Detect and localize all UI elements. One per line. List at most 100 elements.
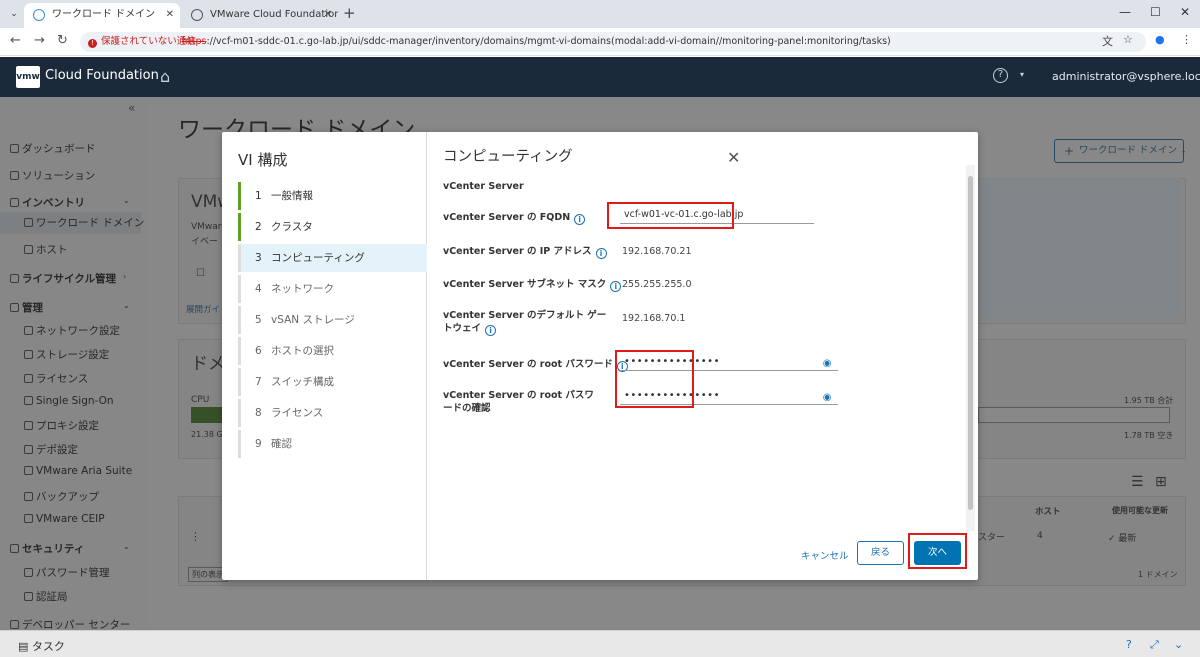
browser-tab-api[interactable]: VMware Cloud Foundation API ✕ [182,3,338,28]
wizard-step[interactable]: 4 ネットワーク [238,275,427,303]
ip-label: vCenter Server の IP アドレス i [443,245,633,259]
show-password-eye-icon[interactable]: ◉ [823,389,832,406]
profile-icon[interactable]: ● [1155,33,1165,46]
help-icon[interactable]: ? [993,68,1008,83]
wizard-step[interactable]: 9 確認 [238,430,427,458]
gateway-label: vCenter Server のデフォルト ゲートウェイ i [443,309,608,336]
wizard-step[interactable]: 6 ホストの選択 [238,337,427,365]
gateway-label-text: vCenter Server のデフォルト ゲートウェイ [443,310,607,334]
info-icon[interactable]: i [574,214,586,225]
help-icon[interactable]: ? [1126,638,1132,651]
security-warning[interactable]: ! 保護されていない通信 [88,32,196,52]
back-icon[interactable]: ← [10,33,21,48]
root-password-confirm-label: vCenter Server の root パスワードの確認 [443,390,594,414]
tasks-icon: ▤ [18,640,32,653]
bookmark-star-icon[interactable]: ☆ [1123,33,1133,46]
root-password-label-text: vCenter Server の root パスワード [443,359,613,370]
step-number: 2 [255,221,262,233]
close-tab-icon[interactable]: ✕ [324,3,332,27]
subnet-mask-label: vCenter Server サブネット マスク i [443,278,633,292]
step-label: 一般情報 [271,190,313,202]
info-icon[interactable]: i [485,325,497,336]
task-panel-bar[interactable]: ▤ タスク ? ⤢ ⌄ [0,630,1200,657]
vi-configuration-wizard: VI 構成 1 一般情報 2 クラスタ 3 コンピューティング 4 ネットワーク 5 vSAN ス… [222,132,978,580]
step-label: スイッチ構成 [271,376,334,388]
step-number: 7 [255,376,262,388]
ip-label-text: vCenter Server の IP アドレス [443,246,592,257]
tasks-toggle[interactable]: ▤ タスク [18,638,65,654]
wizard-step[interactable]: 3 コンピューティング [238,244,427,272]
browser-tab-bar: ⌄ ワークロード ドメイン ✕ VMware Cloud Foundation … [0,0,1200,28]
maximize-icon[interactable]: ☐ [1150,5,1161,19]
collapse-icon[interactable]: ⌄ [1174,638,1183,651]
product-title: Cloud Foundation [45,68,159,83]
highlight-passwords [615,350,694,408]
cloud-icon [33,9,45,21]
step-label: ライセンス [271,407,324,419]
cancel-button[interactable]: キャンセル [801,548,849,562]
step-number: 3 [255,252,262,264]
step-label: ホストの選択 [271,345,334,357]
reload-icon[interactable]: ↻ [57,33,68,48]
wizard-step[interactable]: 2 クラスタ [238,213,427,241]
window-close-icon[interactable]: ✕ [1180,5,1190,19]
new-tab-button[interactable]: + [343,5,356,21]
fqdn-label: vCenter Server の FQDN i [443,211,603,225]
wizard-step[interactable]: 8 ライセンス [238,399,427,427]
wizard-step[interactable]: 1 一般情報 [238,182,427,210]
show-password-eye-icon[interactable]: ◉ [823,355,832,372]
tab-title: ワークロード ドメイン [52,9,156,20]
info-icon[interactable]: i [610,281,622,292]
step-number: 9 [255,438,262,450]
warning-icon: ! [88,39,97,48]
url-scheme: https [182,36,207,47]
vmw-logo: vmw [16,66,40,88]
subnet-mask-value: 255.255.255.0 [622,279,692,290]
step-label: vSAN ストレージ [271,314,355,326]
user-menu[interactable]: administrator@vsphere.local [1052,70,1200,83]
subnet-mask-label-text: vCenter Server サブネット マスク [443,279,607,290]
step-number: 5 [255,314,262,326]
wizard-step[interactable]: 5 vSAN ストレージ [238,306,427,334]
highlight-fqdn [607,202,734,229]
step-label: ネットワーク [271,283,334,295]
tab-title: VMware Cloud Foundation API [210,9,338,20]
step-label: 確認 [271,438,292,450]
url-path: ://vcf-m01-sddc-01.c.go-lab.jp/ui/sddc-m… [206,36,891,47]
vcenter-subheading: vCenter Server [443,181,524,192]
back-button[interactable]: 戻る [857,541,904,565]
wizard-step[interactable]: 7 スイッチ構成 [238,368,427,396]
forward-icon[interactable]: → [34,33,45,48]
browser-toolbar: ← → ↻ ! 保護されていない通信 https://vcf-m01-sddc-0… [0,28,1200,56]
translate-icon[interactable]: 文 [1102,33,1113,49]
scrollbar-thumb[interactable] [968,176,973,510]
info-icon[interactable]: i [595,248,607,259]
browser-tab-workload-domain[interactable]: ワークロード ドメイン ✕ [24,3,180,28]
step-number: 1 [255,190,262,202]
tab-search-icon[interactable]: ⌄ [6,6,22,22]
minimize-icon[interactable]: — [1119,5,1131,19]
ip-value: 192.168.70.21 [622,246,692,257]
step-number: 6 [255,345,262,357]
gateway-value: 192.168.70.1 [622,313,686,324]
next-button[interactable]: 次へ [914,541,961,565]
close-tab-icon[interactable]: ✕ [166,3,174,27]
chevron-down-icon[interactable]: ▾ [1020,70,1024,79]
wizard-title: VI 構成 [238,151,288,169]
app-header: vmw Cloud Foundation ⌂ ? ▾ administrator… [0,57,1200,97]
browser-menu-icon[interactable]: ⋮ [1181,33,1192,46]
address-bar[interactable]: ! 保護されていない通信 https://vcf-m01-sddc-01.c.go… [80,32,1146,52]
fqdn-label-text: vCenter Server の FQDN [443,212,571,223]
step-label: コンピューティング [271,252,365,264]
close-icon[interactable]: ✕ [727,148,740,167]
home-icon[interactable]: ⌂ [160,67,170,86]
step-number: 4 [255,283,262,295]
section-title: コンピューティング [443,149,573,165]
expand-icon[interactable]: ⤢ [1150,638,1159,652]
step-number: 8 [255,407,262,419]
url-text[interactable]: https://vcf-m01-sddc-01.c.go-lab.jp/ui/s… [182,32,891,52]
globe-icon [191,9,203,21]
wizard-steps: VI 構成 1 一般情報 2 クラスタ 3 コンピューティング 4 ネットワーク 5 vSAN ス… [222,132,427,580]
tasks-label: タスク [31,640,65,653]
step-label: クラスタ [271,221,313,233]
